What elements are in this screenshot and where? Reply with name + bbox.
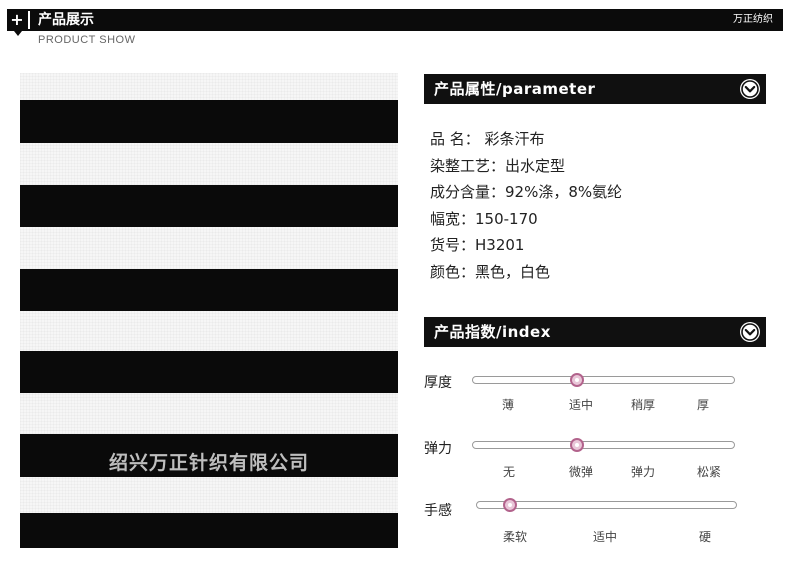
page-title: 产品展示 bbox=[38, 12, 94, 28]
hand-feel-slider-knob bbox=[503, 498, 517, 512]
header-pointer-icon bbox=[14, 31, 22, 36]
hand-feel-label: 手感 bbox=[424, 503, 452, 519]
product-page: + 产品展示 万正纺织 PRODUCT SHOW 绍兴万正针织有限公司 产品属性… bbox=[0, 0, 790, 577]
header-divider bbox=[28, 11, 30, 29]
param-composition: 成分含量：92%涤，8%氨纶 bbox=[430, 183, 623, 201]
parameter-section-title: 产品属性/parameter bbox=[434, 80, 596, 98]
elasticity-slider-track bbox=[472, 441, 735, 449]
fabric-stripe bbox=[20, 269, 398, 311]
elasticity-tick: 无 bbox=[503, 465, 516, 479]
thickness-slider-track bbox=[472, 376, 735, 384]
thickness-label: 厚度 bbox=[424, 375, 452, 391]
fabric-stripe bbox=[20, 351, 398, 393]
brand-name: 万正纺织 bbox=[733, 14, 773, 25]
thickness-slider-knob bbox=[570, 373, 584, 387]
param-product-name: 品 名： 彩条汗布 bbox=[430, 130, 545, 148]
thickness-tick: 厚 bbox=[697, 398, 710, 412]
param-item-number: 货号：H3201 bbox=[430, 236, 525, 254]
hand-feel-tick: 柔软 bbox=[503, 530, 528, 544]
fabric-stripe bbox=[20, 513, 398, 548]
fabric-stripe bbox=[20, 185, 398, 227]
company-watermark: 绍兴万正针织有限公司 bbox=[108, 452, 309, 474]
parameter-list: 品 名： 彩条汗布 染整工艺：出水定型 成分含量：92%涤，8%氨纶 幅宽：15… bbox=[430, 126, 622, 285]
thickness-tick: 薄 bbox=[502, 398, 515, 412]
parameter-section-header[interactable]: 产品属性/parameter bbox=[424, 74, 766, 104]
page-subtitle: PRODUCT SHOW bbox=[38, 34, 136, 46]
product-image: 绍兴万正针织有限公司 bbox=[20, 73, 398, 548]
chevron-down-circle-icon[interactable] bbox=[740, 322, 760, 342]
param-color: 颜色：黑色，白色 bbox=[430, 262, 551, 281]
hand-feel-tick: 硬 bbox=[699, 530, 712, 544]
thickness-tick: 稍厚 bbox=[631, 398, 656, 412]
elasticity-label: 弹力 bbox=[424, 441, 452, 457]
param-width: 幅宽：150-170 bbox=[430, 209, 538, 228]
top-header-bar: + 产品展示 万正纺织 bbox=[7, 9, 783, 31]
elasticity-tick: 松紧 bbox=[697, 465, 722, 479]
elasticity-tick: 微弹 bbox=[569, 465, 594, 479]
thickness-tick: 适中 bbox=[569, 398, 594, 412]
elasticity-slider-knob bbox=[570, 438, 584, 452]
param-finishing: 染整工艺：出水定型 bbox=[430, 156, 566, 175]
elasticity-tick: 弹力 bbox=[631, 465, 656, 479]
index-section-title: 产品指数/index bbox=[434, 323, 551, 341]
index-section-header[interactable]: 产品指数/index bbox=[424, 317, 766, 347]
fabric-stripe bbox=[20, 100, 398, 143]
chevron-down-circle-icon[interactable] bbox=[740, 79, 760, 99]
hand-feel-tick: 适中 bbox=[593, 530, 618, 544]
plus-icon: + bbox=[7, 9, 27, 31]
